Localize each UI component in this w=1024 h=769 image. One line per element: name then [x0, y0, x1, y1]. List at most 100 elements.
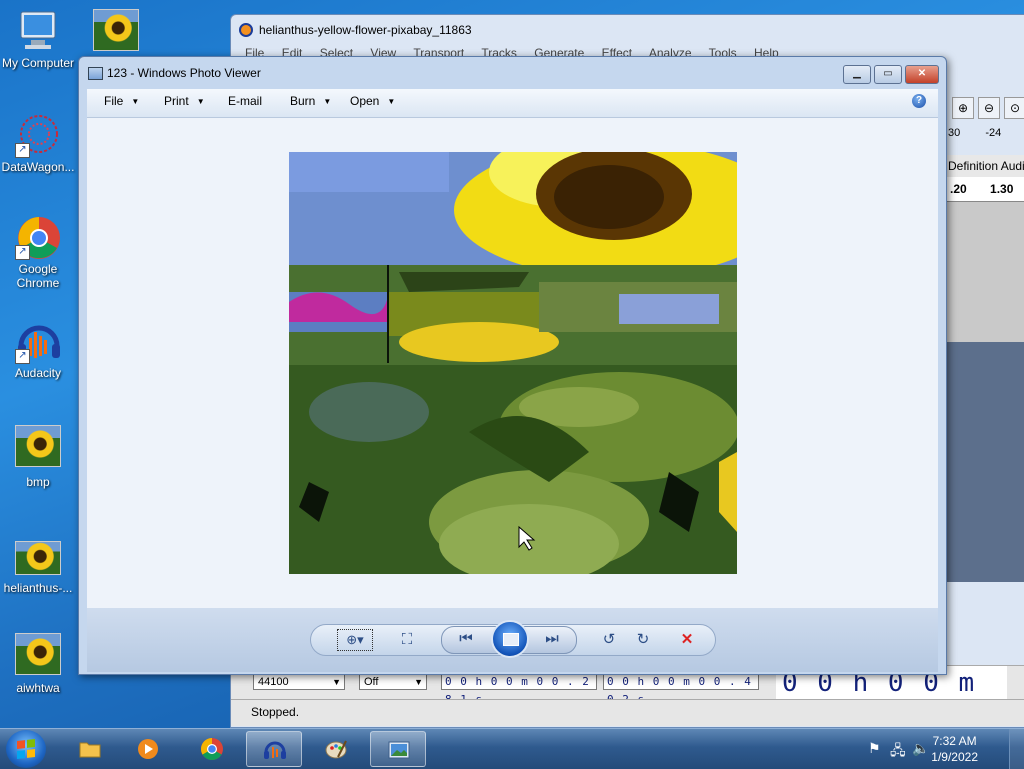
timeline-tick: .20: [950, 182, 967, 196]
photo-viewer-toolbar: File ▼ Print ▼ E-mail Burn ▼ Open ▼ ?: [87, 89, 938, 118]
maximize-button[interactable]: ▭: [874, 65, 902, 84]
previous-button[interactable]: ⏮: [454, 629, 478, 649]
desktop-icon-chrome[interactable]: ↗ Google Chrome: [0, 214, 76, 290]
chevron-down-icon: ▼: [387, 97, 396, 107]
image-thumbnail: [15, 633, 61, 675]
controls-pill: ⊕▾ ⛶ ⏮ ⏭ ↺ ↻ ✕: [310, 620, 716, 658]
audacity-title-bar[interactable]: helianthus-yellow-flower-pixabay_11863: [231, 15, 1024, 45]
windows-logo-icon: [17, 739, 35, 759]
volume-icon[interactable]: 🔈: [912, 740, 929, 757]
print-menu[interactable]: Print ▼: [164, 94, 205, 108]
rotate-right-icon[interactable]: ↻: [631, 630, 655, 650]
timeline-ruler[interactable]: .20 1.30: [946, 177, 1024, 201]
meter-ruler: 30 -24: [946, 121, 1024, 145]
photo-viewer-window[interactable]: 123 - Windows Photo Viewer ▁ ▭ ✕ File ▼ P…: [78, 56, 947, 675]
action-center-icon[interactable]: ⚑: [868, 740, 881, 757]
minimize-button[interactable]: ▁: [843, 65, 871, 84]
desktop-icon-label: DataWagon...: [1, 160, 75, 174]
folder-icon: [79, 742, 101, 758]
taskbar-media-player[interactable]: [120, 731, 176, 767]
media-player-icon: [138, 739, 158, 759]
desktop-icon-audacity[interactable]: ↗ Audacity: [0, 318, 76, 380]
email-button[interactable]: E-mail: [228, 94, 262, 108]
audacity-title: helianthus-yellow-flower-pixabay_11863: [259, 23, 472, 37]
taskbar-photo-viewer[interactable]: [370, 731, 426, 767]
desktop-icon-label: helianthus-...: [3, 581, 73, 595]
start-button[interactable]: [6, 730, 46, 768]
image-thumbnail: [15, 425, 61, 467]
desktop-icon-bmp[interactable]: bmp: [0, 422, 76, 489]
shortcut-arrow-icon: ↗: [15, 245, 30, 260]
next-button[interactable]: ⏭: [540, 629, 564, 649]
computer-icon: [15, 8, 61, 54]
desktop-icon-label: bmp: [26, 475, 50, 489]
taskbar-paint[interactable]: [308, 731, 364, 767]
chrome-icon: [201, 738, 223, 760]
paint-icon: [325, 740, 347, 759]
status-bar: Stopped.: [231, 699, 1024, 726]
file-menu[interactable]: File ▼: [104, 94, 139, 108]
desktop-icon-label: aiwhtwa: [16, 681, 60, 695]
audacity-icon: ↗: [15, 318, 61, 364]
chevron-down-icon: ▼: [196, 97, 205, 107]
audio-track[interactable]: [946, 201, 1024, 342]
datawagon-icon: ↗: [15, 112, 61, 158]
image-thumbnail: [15, 541, 61, 575]
device-label: Definition Audi: [946, 155, 1024, 177]
desktop-icon-label: My Computer: [1, 56, 75, 70]
taskbar: ⚑ 🖧 🔈 7:32 AM 1/9/2022: [0, 728, 1024, 769]
clock[interactable]: 7:32 AM 1/9/2022: [931, 733, 978, 765]
clock-time: 7:32 AM: [932, 734, 977, 748]
zoom-in-icon[interactable]: ⊕: [952, 97, 974, 119]
chevron-down-icon: ▼: [323, 97, 332, 107]
zoom-out-icon[interactable]: ⊖: [978, 97, 1000, 119]
window-title: 123 - Windows Photo Viewer: [107, 66, 261, 80]
photo-viewer-controls: ⊕▾ ⛶ ⏮ ⏭ ↺ ↻ ✕: [87, 608, 938, 672]
photo-viewer-app-icon: [88, 67, 103, 80]
system-tray: ⚑ 🖧 🔈 7:32 AM 1/9/2022: [854, 729, 1024, 769]
burn-menu[interactable]: Burn ▼: [290, 94, 331, 108]
audacity-icon: [264, 741, 286, 759]
actual-size-icon[interactable]: ⛶: [395, 630, 419, 650]
taskbar-chrome[interactable]: [184, 731, 240, 767]
desktop-icon-datawagon[interactable]: ↗ DataWagon...: [0, 112, 76, 174]
chevron-down-icon: ▼: [332, 677, 341, 687]
desktop-thumb-image[interactable]: [78, 6, 154, 54]
image-canvas[interactable]: [87, 118, 938, 608]
desktop-icon-helianthus[interactable]: helianthus-...: [0, 538, 76, 595]
meter-tick: -24: [985, 127, 1002, 139]
image-thumbnail: [93, 9, 139, 51]
zoom-fit-icon[interactable]: ⊙: [1004, 97, 1024, 119]
zoom-icon[interactable]: ⊕▾: [337, 629, 373, 651]
slideshow-button[interactable]: [491, 620, 529, 658]
open-menu[interactable]: Open ▼: [350, 94, 395, 108]
chevron-down-icon: ▼: [131, 97, 140, 107]
rotate-left-icon[interactable]: ↺: [597, 630, 621, 650]
taskbar-explorer[interactable]: [62, 731, 118, 767]
timeline-tick: 1.30: [990, 182, 1014, 196]
shortcut-arrow-icon: ↗: [15, 143, 30, 158]
displayed-photo[interactable]: [289, 152, 737, 574]
shortcut-arrow-icon: ↗: [15, 349, 30, 364]
audacity-app-icon: [239, 23, 253, 37]
meter-tick: 30: [948, 127, 961, 139]
taskbar-audacity[interactable]: [246, 731, 302, 767]
close-button[interactable]: ✕: [905, 65, 939, 84]
chevron-down-icon: ▼: [414, 677, 423, 687]
photo-viewer-icon: [388, 741, 410, 759]
photo-viewer-title-bar[interactable]: 123 - Windows Photo Viewer ▁ ▭ ✕: [79, 57, 946, 89]
show-desktop-button[interactable]: [1009, 729, 1024, 769]
network-icon[interactable]: 🖧: [890, 740, 906, 764]
track-area-background: [946, 342, 1024, 582]
desktop-icon-label: Google Chrome: [16, 262, 60, 290]
chrome-icon: ↗: [15, 214, 61, 260]
desktop-icon-aiwhtwa[interactable]: aiwhtwa: [0, 630, 76, 695]
help-icon[interactable]: ?: [912, 94, 926, 108]
desktop-icon-my-computer[interactable]: My Computer: [0, 8, 76, 70]
slideshow-icon: [503, 633, 519, 646]
audacity-visible-area: ⊕ ⊖ ⊙ 30 -24 Definition Audi .20 1.30: [946, 95, 1024, 582]
desktop-icon-label: Audacity: [14, 366, 62, 380]
clock-date: 1/9/2022: [931, 750, 978, 764]
audacity-zoom-toolbar: ⊕ ⊖ ⊙: [946, 95, 1024, 121]
delete-icon[interactable]: ✕: [675, 630, 699, 650]
